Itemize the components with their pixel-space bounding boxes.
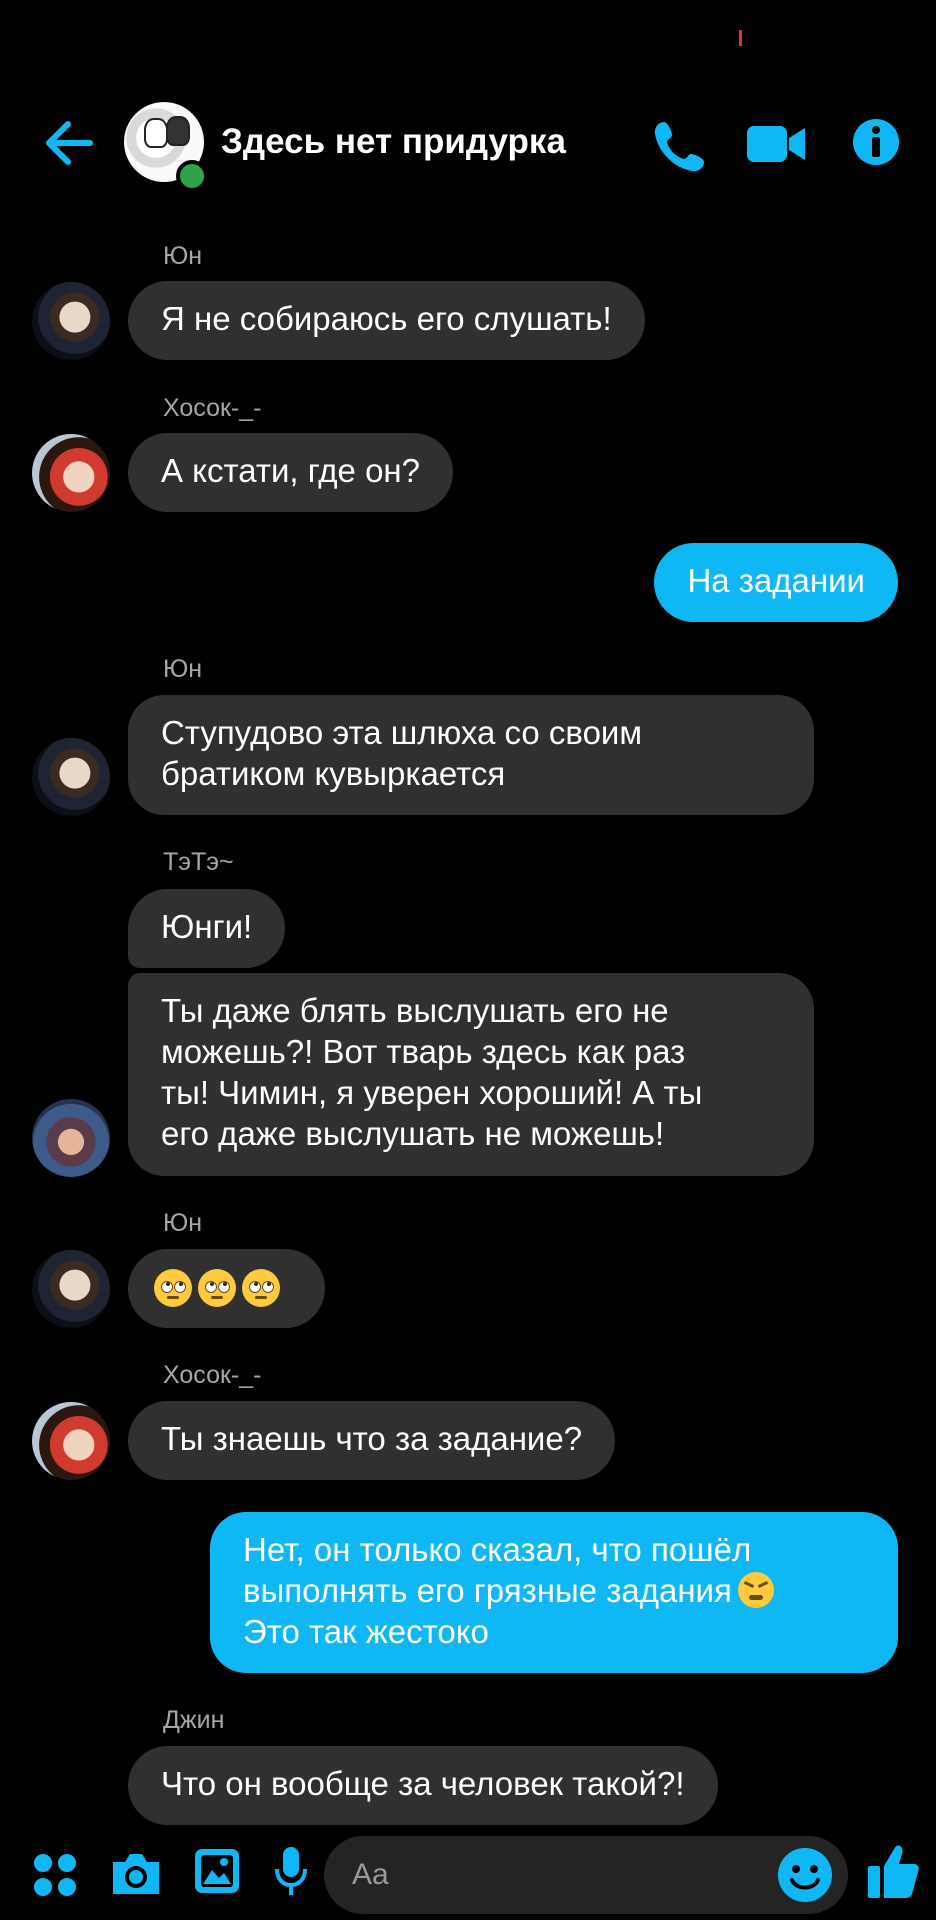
avatar[interactable] — [32, 1250, 110, 1328]
sender-name: Юн — [163, 1209, 203, 1237]
message-line: выполнять его грязные задания — [243, 1570, 865, 1611]
camera-icon[interactable] — [109, 1850, 163, 1898]
phone-icon[interactable] — [652, 118, 708, 174]
message-bubble[interactable]: Ты даже блять выслушать его не можешь?! … — [128, 973, 814, 1176]
message-bubble[interactable]: Ты знаешь что за задание? — [128, 1401, 616, 1480]
microphone-icon[interactable] — [272, 1844, 310, 1900]
menu-dots-icon[interactable] — [32, 1852, 78, 1898]
back-arrow-icon[interactable] — [44, 120, 94, 166]
message-bubble[interactable]: А кстати, где он? — [128, 433, 454, 512]
outgoing-message-bubble[interactable]: Нет, он только сказал, что пошёл выполня… — [210, 1512, 898, 1673]
message-line: ты! Чимин, я уверен хороший! А ты — [161, 1074, 703, 1111]
message-bubble[interactable] — [128, 1249, 325, 1328]
sender-name: Юн — [163, 242, 203, 270]
message-line: его даже выслушать не можешь! — [161, 1115, 665, 1152]
emoji-row — [154, 1269, 280, 1307]
online-status-dot — [176, 160, 208, 192]
message-line: Нет, он только сказал, что пошёл — [243, 1531, 752, 1568]
message-line: Ступудово эта шлюха со своим — [161, 714, 643, 751]
info-icon[interactable] — [852, 118, 900, 166]
message-line: Это так жестоко — [243, 1613, 489, 1650]
sender-name: Джин — [163, 1706, 225, 1734]
outgoing-message-bubble[interactable]: На задании — [654, 543, 898, 622]
sender-name: Хосок-_- — [163, 394, 262, 422]
message-bubble[interactable]: Что он вообще за человек такой?! — [128, 1746, 718, 1825]
avatar[interactable] — [32, 434, 110, 512]
message-line: Ты даже блять выслушать его не — [161, 992, 669, 1029]
sender-name: Хосок-_- — [163, 1361, 262, 1389]
sender-name: Юн — [163, 655, 203, 683]
status-bar-indicator — [739, 30, 742, 46]
chat-title[interactable]: Здесь нет придурка — [221, 122, 566, 162]
chat-header: Здесь нет придурка — [0, 96, 936, 192]
like-icon[interactable] — [866, 1842, 920, 1900]
avatar-sketch — [144, 118, 168, 148]
face-with-rolling-eyes-icon — [198, 1269, 236, 1307]
message-line: можешь?! Вот тварь здесь как раз — [161, 1033, 686, 1070]
message-input[interactable] — [350, 1852, 754, 1898]
message-line-text: выполнять его грязные задания — [243, 1572, 732, 1609]
emoji-icon[interactable] — [776, 1846, 834, 1904]
face-with-rolling-eyes-icon — [242, 1269, 280, 1307]
persevering-face-icon — [737, 1572, 774, 1608]
gallery-icon[interactable] — [192, 1846, 242, 1896]
message-composer — [0, 1830, 936, 1920]
sender-name: ТэТэ~ — [163, 848, 234, 876]
avatar[interactable] — [32, 1099, 110, 1177]
avatar[interactable] — [32, 738, 110, 816]
face-with-rolling-eyes-icon — [154, 1269, 192, 1307]
avatar[interactable] — [32, 282, 110, 360]
message-bubble[interactable]: Ступудово эта шлюха со своим братиком ку… — [128, 695, 814, 815]
message-line: братиком кувыркается — [161, 755, 506, 792]
message-input-container — [324, 1836, 848, 1914]
avatar-sketch — [166, 116, 190, 146]
message-bubble[interactable]: Юнги! — [128, 889, 286, 968]
video-camera-icon[interactable] — [745, 118, 807, 170]
message-bubble[interactable]: Я не собираюсь его слушать! — [128, 281, 645, 360]
avatar[interactable] — [32, 1402, 110, 1480]
